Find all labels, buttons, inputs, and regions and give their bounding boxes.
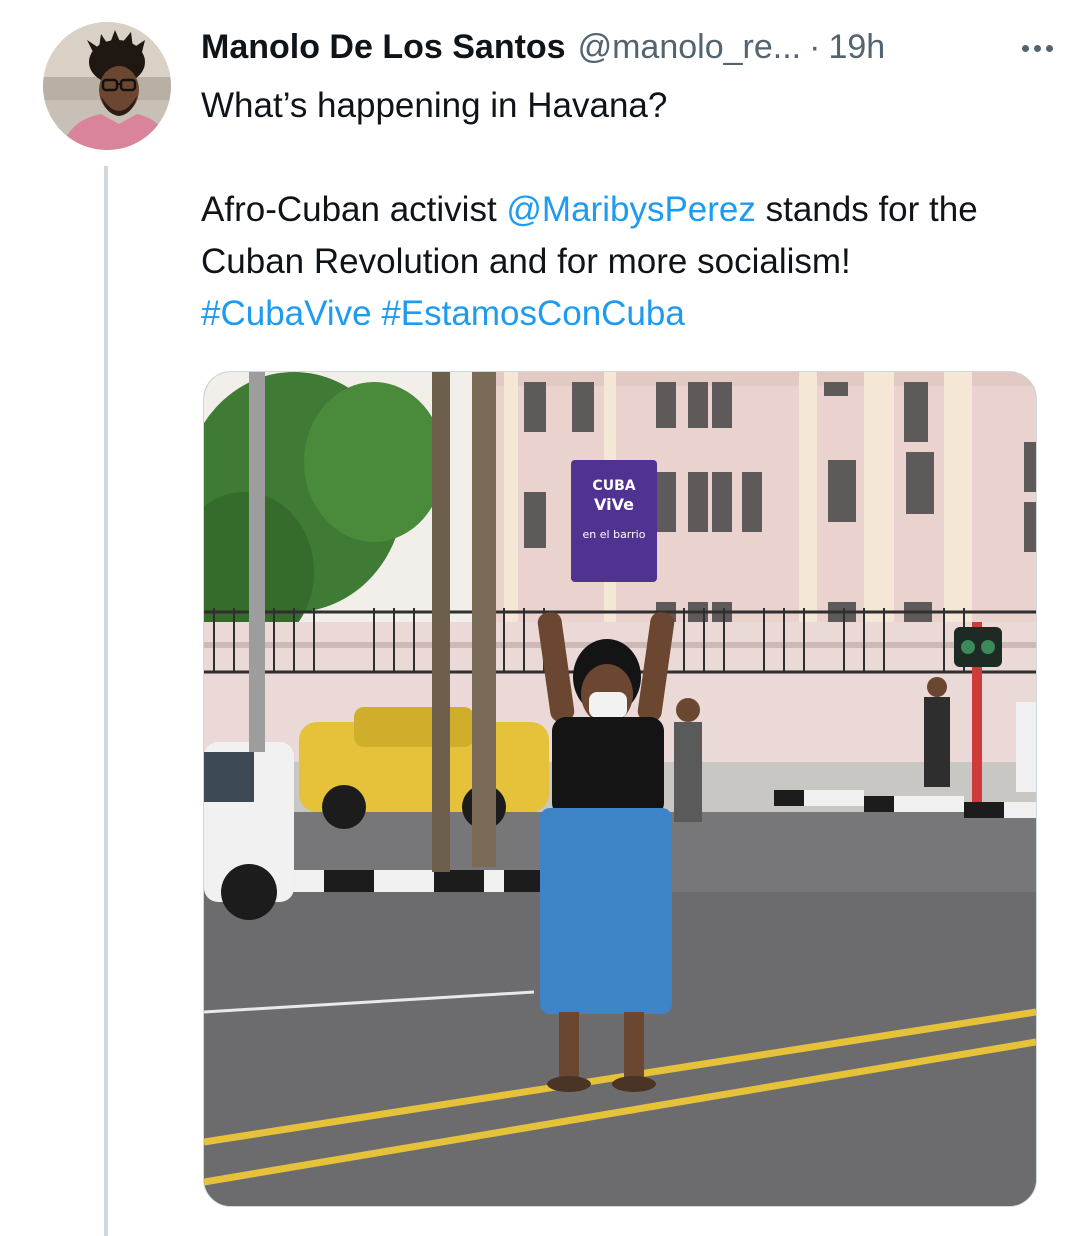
tweet-photo[interactable]: CUBA ViVe en el barrio: [203, 371, 1037, 1207]
mention-link[interactable]: @MaribysPerez: [506, 190, 755, 229]
sign-text-line3: en el barrio: [583, 528, 646, 541]
tweet-text-segment: Afro-Cuban activist: [201, 190, 507, 229]
more-horizontal-icon: [1045, 44, 1053, 52]
author-handle[interactable]: @manolo_re...: [578, 28, 802, 67]
tweet-timestamp[interactable]: 19h: [828, 28, 885, 67]
hashtag-link[interactable]: #EstamosConCuba: [381, 294, 685, 333]
hashtag-link[interactable]: #CubaVive: [201, 294, 372, 333]
tweet-text: What’s happening in Havana? Afro-Cuban a…: [201, 80, 1031, 340]
more-options-button[interactable]: [1014, 28, 1060, 68]
tweet-header: Manolo De Los Santos @manolo_re... · 19h: [201, 24, 1041, 70]
sign-text-line2: ViVe: [594, 495, 634, 514]
separator-dot: ·: [809, 27, 821, 66]
tweet-hashtags: #CubaVive #EstamosConCuba: [201, 288, 1031, 340]
avatar-photo: [43, 22, 171, 150]
more-horizontal-icon: [1033, 44, 1041, 52]
tweet-line-1: What’s happening in Havana?: [201, 86, 668, 125]
more-horizontal-icon: [1021, 44, 1029, 52]
sign-text-line1: CUBA: [592, 478, 635, 494]
photo-scene: CUBA ViVe en el barrio: [204, 372, 1036, 1206]
author-name[interactable]: Manolo De Los Santos: [201, 28, 566, 67]
author-avatar[interactable]: [43, 22, 171, 150]
thread-line: [104, 166, 108, 1236]
tweet-line-2: Afro-Cuban activist @MaribysPerez stands…: [201, 184, 1031, 288]
